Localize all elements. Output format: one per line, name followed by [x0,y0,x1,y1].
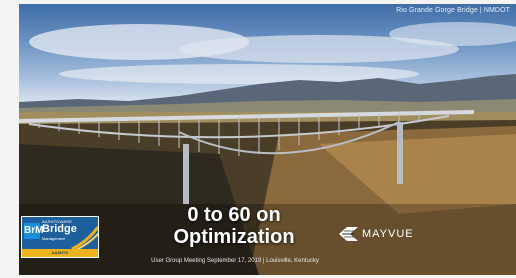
mayvue-logo: MAYVUE [338,222,414,246]
mayvue-mark-icon [339,227,358,241]
title-line-2: Optimization [173,226,295,248]
slide-title: 0 to 60 on Optimization [98,204,370,248]
brm-sub-label: Management [42,236,66,241]
brm-logo: BrM AASHTOWARE Bridge Management AASHTO [21,216,99,258]
photo-credit: Rio Grande Gorge Bridge | NMDOT [396,7,510,14]
title-line-1: 0 to 60 on [187,204,281,226]
brm-swoosh-icon [71,226,98,251]
mayvue-wordmark: MAYVUE [362,228,414,240]
brm-badge: BrM [24,223,43,239]
brm-footer-bar: AASHTO [22,249,98,257]
event-subtitle: User Group Meeting September 17, 2019 | … [151,258,319,264]
